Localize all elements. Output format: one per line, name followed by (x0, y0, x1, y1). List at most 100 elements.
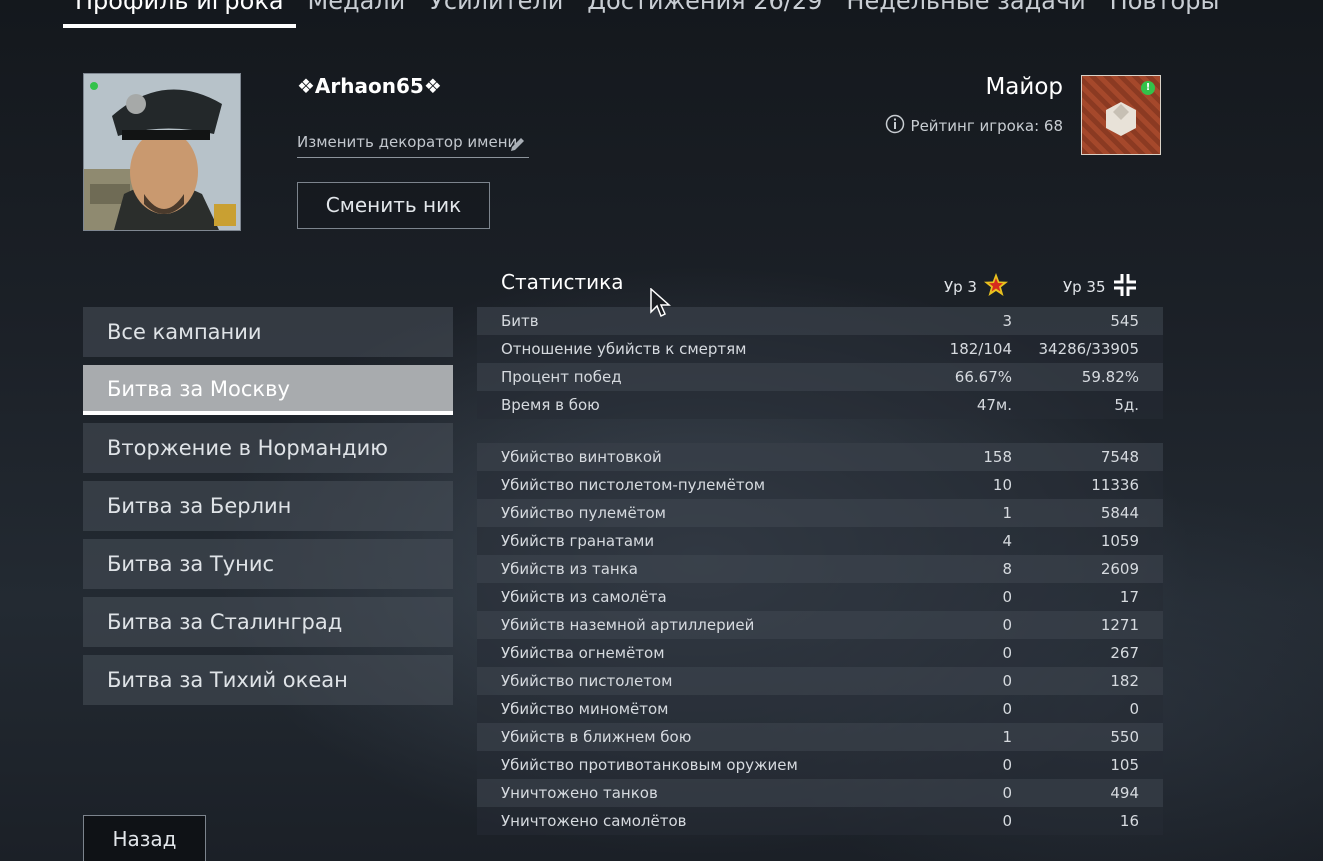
back-button[interactable]: Назад (83, 815, 206, 861)
stats-row-label: Отношение убийств к смертям (501, 340, 747, 358)
stats-row-campaign-value: 0 (1002, 812, 1012, 830)
campaign-normandy[interactable]: Вторжение в Нормандию (83, 423, 453, 473)
campaign-berlin[interactable]: Битва за Берлин (83, 481, 453, 531)
stats-row-campaign-value: 1 (1002, 504, 1012, 522)
stats-row-total-value: 5д. (1114, 396, 1139, 414)
campaign-level: Ур 3 (944, 272, 1009, 302)
stats-row: Убийство винтовкой 158 7548 (477, 443, 1163, 471)
stats-row-total-value: 182 (1110, 672, 1139, 690)
chevrons-rank-icon (1112, 272, 1138, 302)
overall-level: Ур 35 (1063, 272, 1138, 302)
stats-row-total-value: 2609 (1100, 560, 1139, 578)
stats-row-campaign-value: 0 (1002, 644, 1012, 662)
stats-row: Убийств из танка 8 2609 (477, 555, 1163, 583)
overall-level-label: Ур 35 (1063, 278, 1106, 296)
stats-row-total-value: 550 (1110, 728, 1139, 746)
stats-row-total-value: 16 (1119, 812, 1139, 830)
stats-row-campaign-value: 8 (1002, 560, 1012, 578)
stats-header: Статистика Ур 3 Ур 35 (477, 264, 1163, 304)
stats-row: Убийства огнемётом 0 267 (477, 639, 1163, 667)
stats-row: Убийств наземной артиллерией 0 1271 (477, 611, 1163, 639)
player-profile-screen: Профиль игрока Медали Усилители Достижен… (0, 0, 1323, 861)
kill-stats-table: Убийство винтовкой 158 7548 Убийство пистол… (477, 443, 1163, 835)
stats-row-label: Уничтожено самолётов (501, 812, 687, 830)
change-decorator-label: Изменить декоратор имени (297, 133, 518, 151)
tab-weekly-tasks[interactable]: Недельные задачи (834, 0, 1097, 24)
campaign-stalingrad[interactable]: Битва за Сталинград (83, 597, 453, 647)
stats-row-total-value: 1271 (1100, 616, 1139, 634)
stats-row: Процент побед 66.67% 59.82% (477, 363, 1163, 391)
stats-title: Статистика (501, 270, 624, 294)
tab-medals[interactable]: Медали (296, 0, 418, 24)
stats-row-label: Убийства огнемётом (501, 644, 665, 662)
stats-row-campaign-value: 10 (992, 476, 1012, 494)
campaign-level-label: Ур 3 (944, 278, 977, 296)
campaign-list: Все кампании Битва за Москву Вторжение в… (83, 307, 453, 713)
player-name: ❖Arhaon65❖ (297, 74, 442, 98)
campaign-tunisia[interactable]: Битва за Тунис (83, 539, 453, 589)
stats-row: Битв 3 545 (477, 307, 1163, 335)
stats-row-label: Убийств из танка (501, 560, 638, 578)
stats-row: Убийств гранатами 4 1059 (477, 527, 1163, 555)
campaign-moscow[interactable]: Битва за Москву (83, 365, 453, 415)
stats-row: Убийств в ближнем бою 1 550 (477, 723, 1163, 751)
stats-row-total-value: 11336 (1091, 476, 1139, 494)
stats-row-campaign-value: 4 (1002, 532, 1012, 550)
stats-row-total-value: 105 (1110, 756, 1139, 774)
avatar-portrait (84, 74, 240, 230)
tab-boosters[interactable]: Усилители (417, 0, 575, 24)
stats-row-label: Убийств в ближнем бою (501, 728, 692, 746)
notification-dot: ! (1141, 81, 1155, 95)
stats-row-label: Убийство винтовкой (501, 448, 662, 466)
stats-row: Время в бою 47м. 5д. (477, 391, 1163, 419)
stats-row-total-value: 59.82% (1081, 368, 1139, 386)
change-decorator-link[interactable]: Изменить декоратор имени (297, 128, 529, 158)
campaign-all[interactable]: Все кампании (83, 307, 453, 357)
rank-insignia-icon[interactable]: ! (1081, 75, 1161, 155)
tab-profile[interactable]: Профиль игрока (63, 0, 296, 28)
stats-row-label: Убийство противотанковым оружием (501, 756, 798, 774)
stats-row-campaign-value: 158 (983, 448, 1012, 466)
stats-row-campaign-value: 1 (1002, 728, 1012, 746)
stats-row-label: Убийство пулемётом (501, 504, 666, 522)
stats-row-campaign-value: 0 (1002, 784, 1012, 802)
campaign-pacific[interactable]: Битва за Тихий океан (83, 655, 453, 705)
general-stats-table: Битв 3 545 Отношение убийств к смертям 182/1… (477, 307, 1163, 419)
player-rating: Рейтинг игрока: 68 (885, 114, 1063, 138)
stats-row-campaign-value: 0 (1002, 616, 1012, 634)
stats-row-total-value: 1059 (1100, 532, 1139, 550)
stats-row-campaign-value: 0 (1002, 588, 1012, 606)
stats-row-campaign-value: 0 (1002, 756, 1012, 774)
stats-row-label: Убийство пистолетом (501, 672, 673, 690)
stats-row-label: Убийство миномётом (501, 700, 669, 718)
stats-row-total-value: 267 (1110, 644, 1139, 662)
stats-row-campaign-value: 66.67% (954, 368, 1012, 386)
stats-row: Уничтожено самолётов 0 16 (477, 807, 1163, 835)
stats-row: Убийство противотанковым оружием 0 105 (477, 751, 1163, 779)
stats-row-label: Уничтожено танков (501, 784, 658, 802)
stats-row-total-value: 34286/33905 (1038, 340, 1140, 358)
stats-row-campaign-value: 47м. (976, 396, 1012, 414)
stats-row-total-value: 0 (1129, 700, 1139, 718)
stats-row-label: Убийств наземной артиллерией (501, 616, 755, 634)
rating-text: Рейтинг игрока: 68 (910, 117, 1063, 135)
stats-row-label: Убийство пистолетом-пулемётом (501, 476, 766, 494)
stats-row: Убийство пулемётом 1 5844 (477, 499, 1163, 527)
rank-name: Майор (985, 74, 1063, 100)
stats-row: Убийство пистолетом 0 182 (477, 667, 1163, 695)
tab-replays[interactable]: Повторы (1098, 0, 1232, 24)
change-nick-button[interactable]: Сменить ник (297, 182, 490, 229)
stats-row-label: Время в бою (501, 396, 600, 414)
stats-row-label: Убийств гранатами (501, 532, 655, 550)
tab-achievements[interactable]: Достижения 26/29 (575, 0, 834, 24)
info-icon[interactable] (885, 114, 905, 138)
top-tabs: Профиль игрока Медали Усилители Достижен… (63, 0, 1232, 28)
stats-row-label: Процент побед (501, 368, 622, 386)
stats-row: Убийство пистолетом-пулемётом 10 11336 (477, 471, 1163, 499)
star-rank-icon (983, 272, 1009, 302)
stats-row-total-value: 545 (1110, 312, 1139, 330)
stats-row: Отношение убийств к смертям 182/104 34286/… (477, 335, 1163, 363)
stats-row-total-value: 494 (1110, 784, 1139, 802)
avatar[interactable] (83, 73, 241, 231)
stats-row-campaign-value: 0 (1002, 700, 1012, 718)
